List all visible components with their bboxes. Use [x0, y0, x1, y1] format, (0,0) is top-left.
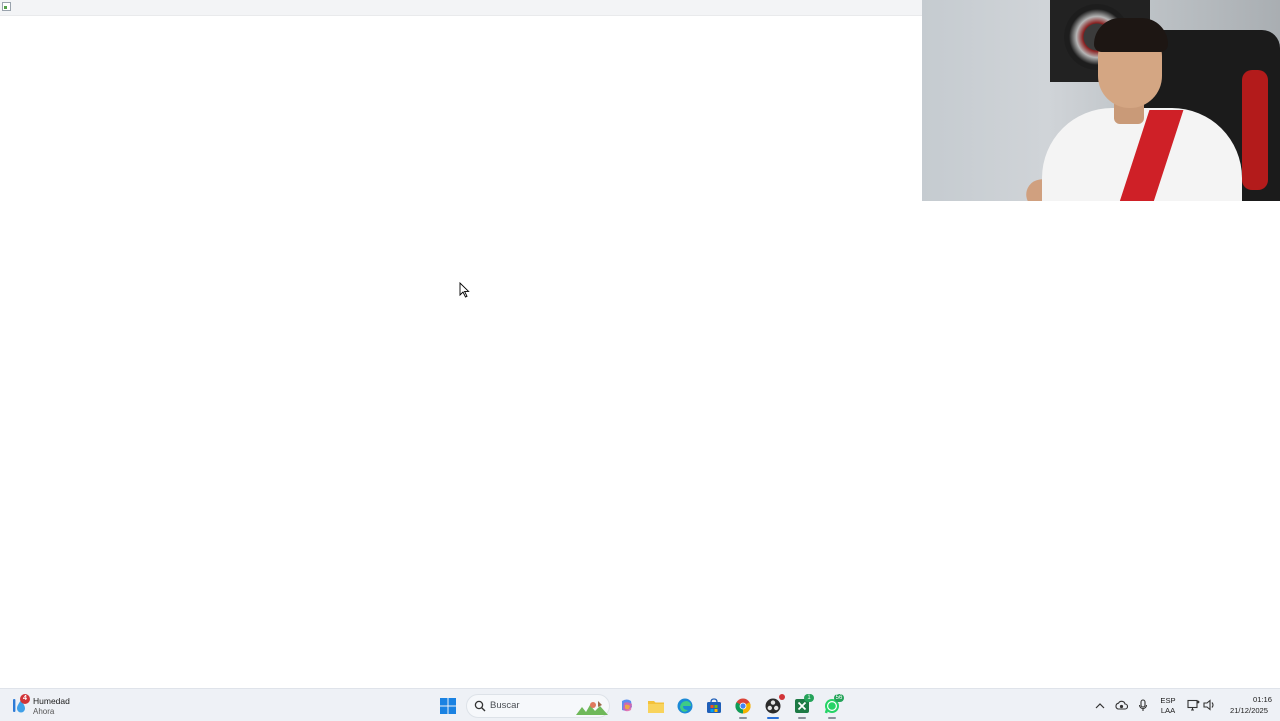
folder-icon [648, 701, 664, 713]
obs-recording-badge [779, 694, 785, 700]
start-button[interactable] [435, 693, 461, 719]
clock-time[interactable]: 01:16 [1222, 695, 1272, 704]
chevron-up-icon [1095, 702, 1105, 708]
widget-notification-badge: 4 [20, 694, 30, 704]
taskbar-whatsapp-button[interactable]: 56 [819, 693, 845, 719]
windows-start-icon [440, 698, 456, 714]
language-indicator-line2[interactable]: LAA [1157, 706, 1179, 715]
widget-subtitle: Ahora [33, 707, 55, 716]
search-highlight-art-icon [576, 701, 608, 715]
webcam-person-hair [1094, 18, 1168, 52]
onedrive-tray-button[interactable] [1114, 698, 1128, 712]
store-icon [707, 698, 721, 713]
microphone-tray-button[interactable] [1136, 698, 1150, 712]
microphone-icon [1138, 698, 1148, 711]
broken-image-icon [2, 2, 11, 11]
taskbar-search-box[interactable]: Buscar [466, 694, 610, 718]
webcam-overlay [922, 0, 1280, 201]
taskbar: 4 Humedad Ahora Buscar 1 56 ESP LAA 01:1… [0, 688, 1280, 721]
taskbar-obs-button[interactable] [760, 693, 786, 719]
search-placeholder: Buscar [490, 700, 520, 711]
clock-date[interactable]: 21/12/2025 [1222, 706, 1268, 715]
mouse-cursor-icon [459, 282, 470, 298]
webcam-chair-accent [1242, 70, 1268, 190]
network-tray-button[interactable] [1186, 698, 1200, 712]
weather-widget[interactable]: 4 Humedad Ahora [10, 693, 90, 719]
search-icon [474, 700, 486, 712]
volume-tray-button[interactable] [1202, 698, 1216, 712]
chrome-running-indicator [739, 717, 747, 719]
obs-icon [765, 698, 781, 714]
excel-badge: 1 [804, 694, 814, 702]
show-hidden-icons-button[interactable] [1093, 698, 1107, 712]
taskbar-excel-button[interactable]: 1 [789, 693, 815, 719]
network-cloud-icon [1114, 700, 1128, 710]
taskbar-chrome-button[interactable] [730, 693, 756, 719]
edge-icon [677, 698, 693, 714]
taskbar-copilot-button[interactable] [614, 693, 640, 719]
copilot-icon [622, 699, 632, 712]
whatsapp-badge: 56 [834, 694, 844, 702]
blank-page-content [0, 16, 922, 688]
taskbar-edge-button[interactable] [672, 693, 698, 719]
speaker-icon [1202, 699, 1214, 711]
taskbar-file-explorer-button[interactable] [643, 693, 669, 719]
excel-running-indicator [798, 717, 806, 719]
whatsapp-running-indicator [828, 717, 836, 719]
chrome-icon [735, 698, 751, 714]
widget-title: Humedad [33, 696, 70, 706]
browser-top-strip [0, 0, 922, 16]
network-icon [1186, 699, 1199, 711]
taskbar-store-button[interactable] [701, 693, 727, 719]
language-indicator-line1[interactable]: ESP [1157, 696, 1179, 705]
obs-active-indicator [767, 717, 779, 719]
